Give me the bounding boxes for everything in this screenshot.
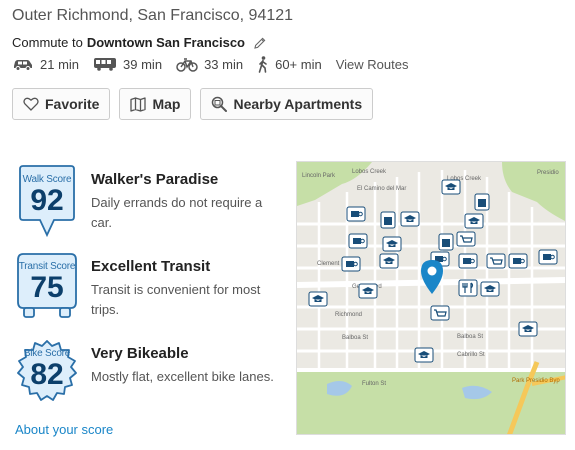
shopping-bag-icon: [380, 211, 396, 229]
favorite-label: Favorite: [45, 96, 100, 112]
map-label-balboa-east: Balboa St: [457, 334, 483, 340]
walk-score-value: 92: [30, 184, 64, 217]
restaurant-icon: [458, 279, 478, 297]
coffee-icon: [458, 253, 478, 269]
school-icon: [480, 281, 500, 297]
car-icon: [12, 57, 34, 71]
map-label-presidio: Presidio: [537, 170, 559, 176]
mode-walk: 60+ min: [257, 55, 322, 73]
transit-score-row: Transit Score 75 Excellent Transit Trans…: [12, 252, 292, 332]
school-icon: [518, 321, 538, 337]
map-label-park-presidio: Park Presidio Byp: [512, 378, 560, 384]
coffee-icon: [346, 206, 366, 222]
neighborhood-map[interactable]: Lobos Creek Lobos Creek Clement St Geary…: [296, 161, 566, 435]
view-routes-link[interactable]: View Routes: [336, 57, 409, 72]
grocery-cart-icon: [456, 231, 476, 247]
walk-time: 60+ min: [275, 56, 322, 72]
favorite-button[interactable]: Favorite: [12, 88, 111, 120]
commute-destination: Downtown San Francisco: [86, 35, 245, 50]
school-icon: [414, 347, 434, 363]
school-icon: [441, 179, 461, 195]
mode-bus: 39 min: [93, 57, 162, 72]
map-label-lincoln-park: Lincoln Park: [302, 173, 336, 179]
action-buttons: Favorite Map Nearby Apartments: [12, 88, 374, 120]
school-icon: [464, 213, 484, 229]
nearby-apartments-label: Nearby Apartments: [233, 96, 363, 112]
map-label-richmond: Richmond: [335, 312, 362, 318]
transit-score-description: Transit is convenient for most trips.: [91, 282, 261, 317]
heart-icon: [23, 97, 39, 111]
grocery-cart-icon: [486, 253, 506, 269]
shopping-bag-icon: [438, 233, 454, 251]
nearby-apartments-button[interactable]: Nearby Apartments: [200, 88, 374, 120]
coffee-icon: [538, 249, 558, 265]
shopping-bag-icon: [474, 193, 490, 211]
grocery-cart-icon: [430, 305, 450, 321]
commute-modes: 21 min 39 min 33 min 60+ min View Routes: [12, 55, 408, 73]
map-icon: [130, 96, 147, 112]
bus-time: 39 min: [123, 56, 163, 72]
walk-score-description: Daily errands do not require a car.: [91, 195, 263, 230]
school-icon: [308, 291, 328, 307]
transit-score-badge[interactable]: Transit Score 75: [14, 252, 80, 322]
pencil-icon[interactable]: [253, 36, 267, 50]
map-label-fulton: Fulton St: [362, 381, 386, 387]
school-icon: [382, 236, 402, 252]
school-icon: [400, 211, 420, 227]
bus-icon: [93, 57, 117, 71]
walk-icon: [257, 55, 269, 73]
coffee-icon: [508, 253, 528, 269]
transit-score-title: Excellent Transit: [91, 258, 211, 275]
bike-icon: [176, 57, 198, 72]
map-label-lobos: Lobos Creek: [352, 169, 387, 175]
commute-prefix: Commute to: [12, 35, 83, 50]
coffee-icon: [348, 233, 368, 249]
school-icon: [358, 283, 378, 299]
map-label: Map: [152, 96, 181, 112]
bike-time: 33 min: [204, 56, 244, 72]
walk-score-badge[interactable]: Walk Score 92: [14, 165, 80, 237]
map-label-el-camino: El Camino del Mar: [357, 186, 406, 192]
mode-car: 21 min: [12, 57, 79, 72]
about-your-score-link[interactable]: About your score: [15, 422, 113, 437]
school-icon: [379, 253, 399, 269]
transit-score-value: 75: [30, 271, 64, 304]
bike-score-row: Bike Score 82 Very Bikeable Mostly flat,…: [12, 339, 292, 419]
bike-score-badge[interactable]: Bike Score 82: [14, 339, 80, 409]
map-button[interactable]: Map: [119, 88, 192, 120]
car-time: 21 min: [40, 56, 80, 72]
map-canvas: Lobos Creek Lobos Creek Clement St Geary…: [297, 162, 565, 434]
bike-score-description: Mostly flat, excellent bike lanes.: [91, 369, 274, 384]
search-icon: [211, 96, 228, 112]
walk-score-row: Walk Score 92 Walker's Paradise Daily er…: [12, 165, 292, 245]
location-title: Outer Richmond, San Francisco, 94121: [12, 7, 294, 24]
coffee-icon: [341, 256, 361, 272]
map-label-balboa: Balboa St: [342, 335, 368, 341]
commute-line: Commute to Downtown San Francisco: [12, 35, 267, 50]
bike-score-value: 82: [30, 358, 64, 391]
mode-bike: 33 min: [176, 57, 243, 72]
bike-score-title: Very Bikeable: [91, 345, 189, 362]
map-label-cabrillo: Cabrillo St: [457, 352, 485, 358]
walk-score-title: Walker's Paradise: [91, 171, 219, 188]
